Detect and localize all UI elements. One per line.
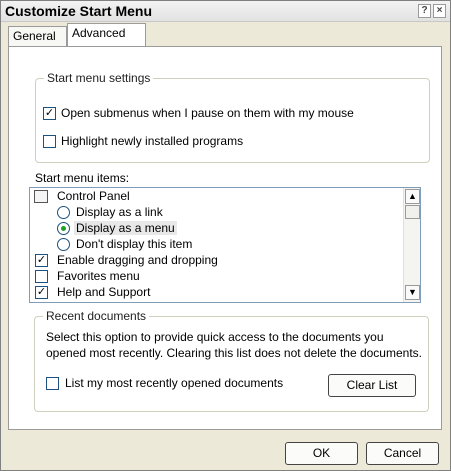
favorites-menu-label: Favorites menu bbox=[57, 269, 140, 283]
start-menu-settings-group: Start menu settings bbox=[35, 71, 430, 163]
display-as-menu-radio[interactable] bbox=[57, 222, 70, 235]
help-support-label: Help and Support bbox=[57, 285, 151, 299]
clear-list-button[interactable]: Clear List bbox=[328, 374, 416, 397]
control-panel-icon bbox=[34, 190, 48, 203]
highlight-new-programs-checkbox[interactable] bbox=[43, 135, 56, 148]
list-recent-docs-label: List my most recently opened documents bbox=[65, 376, 284, 390]
help-support-checkbox[interactable]: ✓ bbox=[35, 286, 48, 299]
display-as-link-label: Display as a link bbox=[76, 205, 163, 219]
list-recent-docs-checkbox[interactable] bbox=[46, 377, 59, 390]
recent-docs-description-line2: opened most recently. Clearing this list… bbox=[46, 346, 422, 360]
enable-dragging-checkbox[interactable]: ✓ bbox=[35, 254, 48, 267]
recent-documents-legend: Recent documents bbox=[43, 309, 150, 323]
start-menu-items-list[interactable]: Control Panel Display as a link Display … bbox=[29, 187, 421, 303]
favorites-menu-checkbox[interactable] bbox=[35, 270, 48, 283]
tab-general-label: General bbox=[13, 29, 56, 43]
start-menu-settings-legend: Start menu settings bbox=[44, 71, 154, 85]
display-as-menu-label: Display as a menu bbox=[74, 221, 177, 235]
list-scrollbar[interactable]: ▲ ▼ bbox=[403, 188, 420, 302]
tab-advanced-label: Advanced bbox=[72, 26, 126, 40]
start-menu-items-label: Start menu items: bbox=[35, 171, 130, 185]
tab-advanced[interactable]: Advanced bbox=[67, 23, 146, 46]
open-submenus-label: Open submenus when I pause on them with … bbox=[61, 106, 354, 120]
scroll-thumb[interactable] bbox=[405, 205, 420, 219]
scroll-down-icon[interactable]: ▼ bbox=[405, 285, 420, 300]
enable-dragging-label: Enable dragging and dropping bbox=[57, 253, 218, 267]
check-icon: ✓ bbox=[36, 254, 47, 266]
list-item-control-panel: Control Panel bbox=[57, 189, 130, 203]
tab-general[interactable]: General bbox=[8, 26, 67, 46]
check-icon: ✓ bbox=[36, 286, 47, 298]
ok-button[interactable]: OK bbox=[285, 442, 358, 465]
recent-docs-description-line1: Select this option to provide quick acce… bbox=[46, 330, 384, 344]
customize-start-menu-dialog: Customize Start Menu ? × General Advance… bbox=[0, 0, 451, 471]
highlight-new-programs-label: Highlight newly installed programs bbox=[61, 134, 244, 148]
close-icon[interactable]: × bbox=[433, 4, 446, 18]
window-title: Customize Start Menu bbox=[5, 3, 153, 19]
open-submenus-checkbox[interactable]: ✓ bbox=[43, 107, 56, 120]
dont-display-label: Don't display this item bbox=[76, 237, 193, 251]
scroll-up-icon[interactable]: ▲ bbox=[405, 189, 420, 204]
help-icon[interactable]: ? bbox=[418, 4, 431, 18]
display-as-link-radio[interactable] bbox=[57, 206, 70, 219]
title-bar: Customize Start Menu ? × bbox=[1, 1, 450, 22]
check-icon: ✓ bbox=[44, 107, 55, 119]
cancel-button[interactable]: Cancel bbox=[366, 442, 439, 465]
dont-display-radio[interactable] bbox=[57, 238, 70, 251]
